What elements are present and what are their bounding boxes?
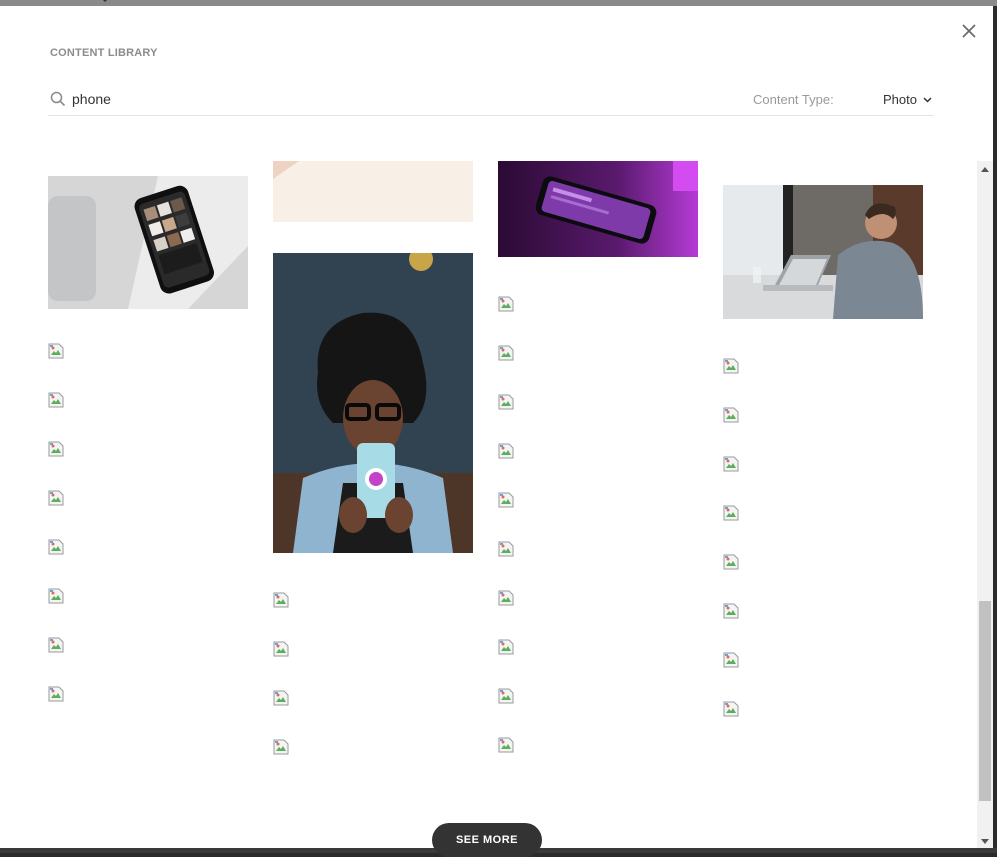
broken-image-icon[interactable] (723, 554, 739, 570)
broken-image-icon[interactable] (498, 296, 514, 312)
chevron-down-icon (923, 96, 932, 103)
scroll-down-arrow-icon[interactable] (981, 839, 989, 844)
man-laptop-cafe-photo[interactable] (723, 185, 923, 319)
broken-image-icon[interactable] (48, 490, 64, 506)
broken-image-icon[interactable] (498, 492, 514, 508)
broken-image-icon[interactable] (48, 686, 64, 702)
close-icon (962, 24, 976, 38)
scroll-up-arrow-icon[interactable] (981, 167, 989, 172)
purple-phone-photo[interactable] (498, 161, 698, 257)
modal-title: CONTENT LIBRARY (50, 47, 158, 59)
broken-image-icon[interactable] (723, 505, 739, 521)
broken-image-icon[interactable] (48, 392, 64, 408)
beige-partial-photo[interactable] (273, 161, 473, 222)
broken-image-icon[interactable] (48, 343, 64, 359)
broken-image-icon[interactable] (48, 539, 64, 555)
results-grid (0, 161, 976, 848)
broken-image-icon[interactable] (498, 737, 514, 753)
close-button[interactable] (958, 20, 980, 42)
woman-selfie-photo[interactable] (273, 253, 473, 553)
broken-image-icon[interactable] (498, 345, 514, 361)
broken-image-icon[interactable] (273, 592, 289, 608)
phone-on-desk-photo[interactable] (48, 176, 248, 309)
broken-image-icon[interactable] (48, 588, 64, 604)
chevron-down-icon (98, 0, 112, 4)
vertical-scrollbar[interactable] (977, 161, 993, 848)
broken-image-icon[interactable] (498, 541, 514, 557)
content-type-label: Content Type: (753, 92, 834, 107)
broken-image-icon[interactable] (498, 394, 514, 410)
search-icon (50, 91, 66, 107)
broken-image-icon[interactable] (273, 641, 289, 657)
broken-image-icon[interactable] (723, 358, 739, 374)
search-input[interactable] (72, 89, 472, 109)
broken-image-icon[interactable] (498, 443, 514, 459)
broken-image-icon[interactable] (48, 441, 64, 457)
broken-image-icon[interactable] (723, 407, 739, 423)
search-bar: Content Type: Photo (48, 86, 934, 116)
broken-image-icon[interactable] (498, 590, 514, 606)
broken-image-icon[interactable] (723, 456, 739, 472)
broken-image-icon[interactable] (723, 652, 739, 668)
broken-image-icon[interactable] (498, 688, 514, 704)
content-type-value: Photo (883, 92, 917, 107)
broken-image-icon[interactable] (723, 603, 739, 619)
broken-image-icon[interactable] (273, 690, 289, 706)
scrollbar-thumb[interactable] (979, 601, 991, 801)
content-type-select[interactable]: Photo (883, 92, 932, 107)
content-library-modal: CONTENT LIBRARY Content Type: Photo (0, 6, 993, 848)
broken-image-icon[interactable] (273, 739, 289, 755)
see-more-button[interactable]: SEE MORE (432, 823, 542, 857)
broken-image-icon[interactable] (723, 701, 739, 717)
broken-image-icon[interactable] (498, 639, 514, 655)
broken-image-icon[interactable] (48, 637, 64, 653)
